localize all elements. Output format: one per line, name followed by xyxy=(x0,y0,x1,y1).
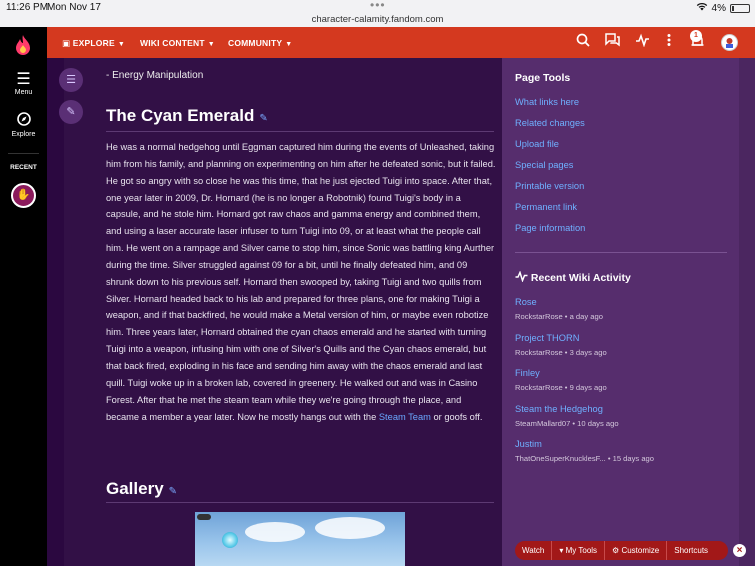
activity-icon xyxy=(515,270,531,284)
recent-wiki-avatar[interactable]: ✋ xyxy=(11,183,36,208)
heading-divider xyxy=(106,131,494,132)
section-heading-gallery: Gallery ✎ xyxy=(106,479,177,499)
list-item: - Energy Manipulation xyxy=(106,70,204,81)
activity-meta: RockstarRose • a day ago xyxy=(515,312,603,321)
paragraph-text: He was a normal hedgehog until Eggman ca… xyxy=(106,142,496,422)
nav-community[interactable]: COMMUNITY ▼ xyxy=(228,38,292,48)
gallery-heading-text: Gallery xyxy=(106,479,164,498)
activity-page-link[interactable]: Project THORN xyxy=(515,333,579,343)
steam-team-link[interactable]: Steam Team xyxy=(379,412,431,422)
explore-label: Explore xyxy=(11,131,36,138)
activity-page-link[interactable]: Justim xyxy=(515,439,542,449)
section-heading-text: The Cyan Emerald xyxy=(106,106,255,125)
status-indicators: 4% xyxy=(696,2,750,14)
status-date: Mon Nov 17 xyxy=(47,2,101,13)
top-navigation: ▣ EXPLORE ▼ WIKI CONTENT ▼ COMMUNITY ▼ 1 xyxy=(47,27,755,58)
sidebar-divider xyxy=(515,252,727,253)
chevron-down-icon: ▼ xyxy=(117,41,125,48)
wifi-icon xyxy=(696,2,708,14)
gallery-image[interactable] xyxy=(195,512,405,566)
explore-button[interactable]: Explore xyxy=(0,112,47,138)
nav-explore[interactable]: ▣ EXPLORE ▼ xyxy=(62,38,125,49)
close-icon[interactable]: × xyxy=(733,544,746,557)
activity-page-link[interactable]: Steam the Hedgehog xyxy=(515,404,603,414)
chevron-down-icon: ▼ xyxy=(207,41,215,48)
gallery-divider xyxy=(106,502,494,503)
battery-icon xyxy=(730,3,750,13)
activity-icon[interactable] xyxy=(635,33,650,50)
activity-page-link[interactable]: Finley xyxy=(515,368,540,378)
paragraph-end-text: or goofs off. xyxy=(433,411,483,422)
more-icon[interactable] xyxy=(666,33,672,50)
cloud-shape xyxy=(245,522,305,542)
recent-activity-title: Recent Wiki Activity xyxy=(515,270,631,284)
discussions-icon[interactable] xyxy=(605,33,620,50)
sidebar-panel: Page Tools What links here Related chang… xyxy=(502,58,739,566)
nav-wiki-content-label: WIKI CONTENT xyxy=(140,38,205,48)
nav-explore-label: EXPLORE xyxy=(72,38,115,48)
my-tools-button[interactable]: ▾ My Tools xyxy=(552,541,606,560)
explore-grid-icon: ▣ xyxy=(62,38,71,48)
pencil-icon: ✎ xyxy=(66,106,76,118)
customize-label: Customize xyxy=(621,546,660,555)
watch-button[interactable]: Watch xyxy=(515,541,553,560)
image-tag-icon xyxy=(197,514,211,520)
chevron-down-icon: ▼ xyxy=(285,41,293,48)
notification-count-badge: 1 xyxy=(690,30,702,42)
section-heading-cyan-emerald: The Cyan Emerald ✎ xyxy=(106,106,268,126)
list-icon: ☰ xyxy=(66,74,76,86)
left-rail: ☰ Menu Explore RECENT ✋ xyxy=(0,27,47,566)
menu-button[interactable]: ☰ Menu xyxy=(0,71,47,96)
tab-handle-icon[interactable]: ••• xyxy=(370,0,386,12)
hamburger-icon: ☰ xyxy=(16,71,31,88)
emerald-orb xyxy=(222,532,238,548)
link-upload-file[interactable]: Upload file xyxy=(515,139,559,149)
my-tools-label: My Tools xyxy=(565,546,598,555)
customize-button[interactable]: ⚙ Customize xyxy=(605,541,668,560)
cloud-shape xyxy=(315,517,385,539)
activity-meta: SteamMallard07 • 10 days ago xyxy=(515,419,619,428)
shortcuts-button[interactable]: Shortcuts xyxy=(667,541,715,560)
hand-icon: ✋ xyxy=(16,189,31,201)
activity-meta: RockstarRose • 3 days ago xyxy=(515,348,607,357)
activity-meta: RockstarRose • 9 days ago xyxy=(515,383,607,392)
bottom-toolbar: Watch ▾ My Tools ⚙ Customize Shortcuts xyxy=(515,541,728,560)
link-page-information[interactable]: Page information xyxy=(515,223,585,233)
nav-wiki-content[interactable]: WIKI CONTENT ▼ xyxy=(140,38,215,48)
battery-percent: 4% xyxy=(711,2,726,14)
edit-page-button[interactable]: ✎ xyxy=(59,100,83,124)
recent-activity-title-text: Recent Wiki Activity xyxy=(530,272,631,284)
menu-label: Menu xyxy=(14,89,33,96)
article-paragraph: He was a normal hedgehog until Eggman ca… xyxy=(106,139,496,425)
link-permanent-link[interactable]: Permanent link xyxy=(515,202,577,212)
article-area: - Energy Manipulation The Cyan Emerald ✎ … xyxy=(47,58,502,566)
rail-divider xyxy=(8,153,39,154)
link-related-changes[interactable]: Related changes xyxy=(515,118,585,128)
compass-icon xyxy=(0,112,47,131)
right-sidebar: Page Tools What links here Related chang… xyxy=(502,58,755,566)
nav-community-label: COMMUNITY xyxy=(228,38,283,48)
search-icon[interactable] xyxy=(576,33,590,50)
ios-status-bar: 11:26 PM Mon Nov 17 ••• character-calami… xyxy=(0,0,755,27)
recent-label: RECENT xyxy=(10,164,37,171)
user-avatar[interactable] xyxy=(721,34,738,51)
edit-pencil-icon[interactable]: ✎ xyxy=(259,113,267,124)
page-tools-title: Page Tools xyxy=(515,72,571,84)
activity-meta: ThatOneSuperKnucklesF... • 15 days ago xyxy=(515,454,655,463)
activity-page-link[interactable]: Rose xyxy=(515,297,537,307)
link-special-pages[interactable]: Special pages xyxy=(515,160,573,170)
article-body: - Energy Manipulation The Cyan Emerald ✎ … xyxy=(64,58,502,566)
address-bar[interactable]: character-calamity.fandom.com xyxy=(0,14,755,25)
status-time: 11:26 PM xyxy=(6,2,49,13)
link-printable-version[interactable]: Printable version xyxy=(515,181,584,191)
fandom-logo-icon[interactable] xyxy=(14,35,32,57)
link-what-links-here[interactable]: What links here xyxy=(515,97,579,107)
edit-pencil-icon[interactable]: ✎ xyxy=(169,486,177,497)
table-of-contents-button[interactable]: ☰ xyxy=(59,68,83,92)
